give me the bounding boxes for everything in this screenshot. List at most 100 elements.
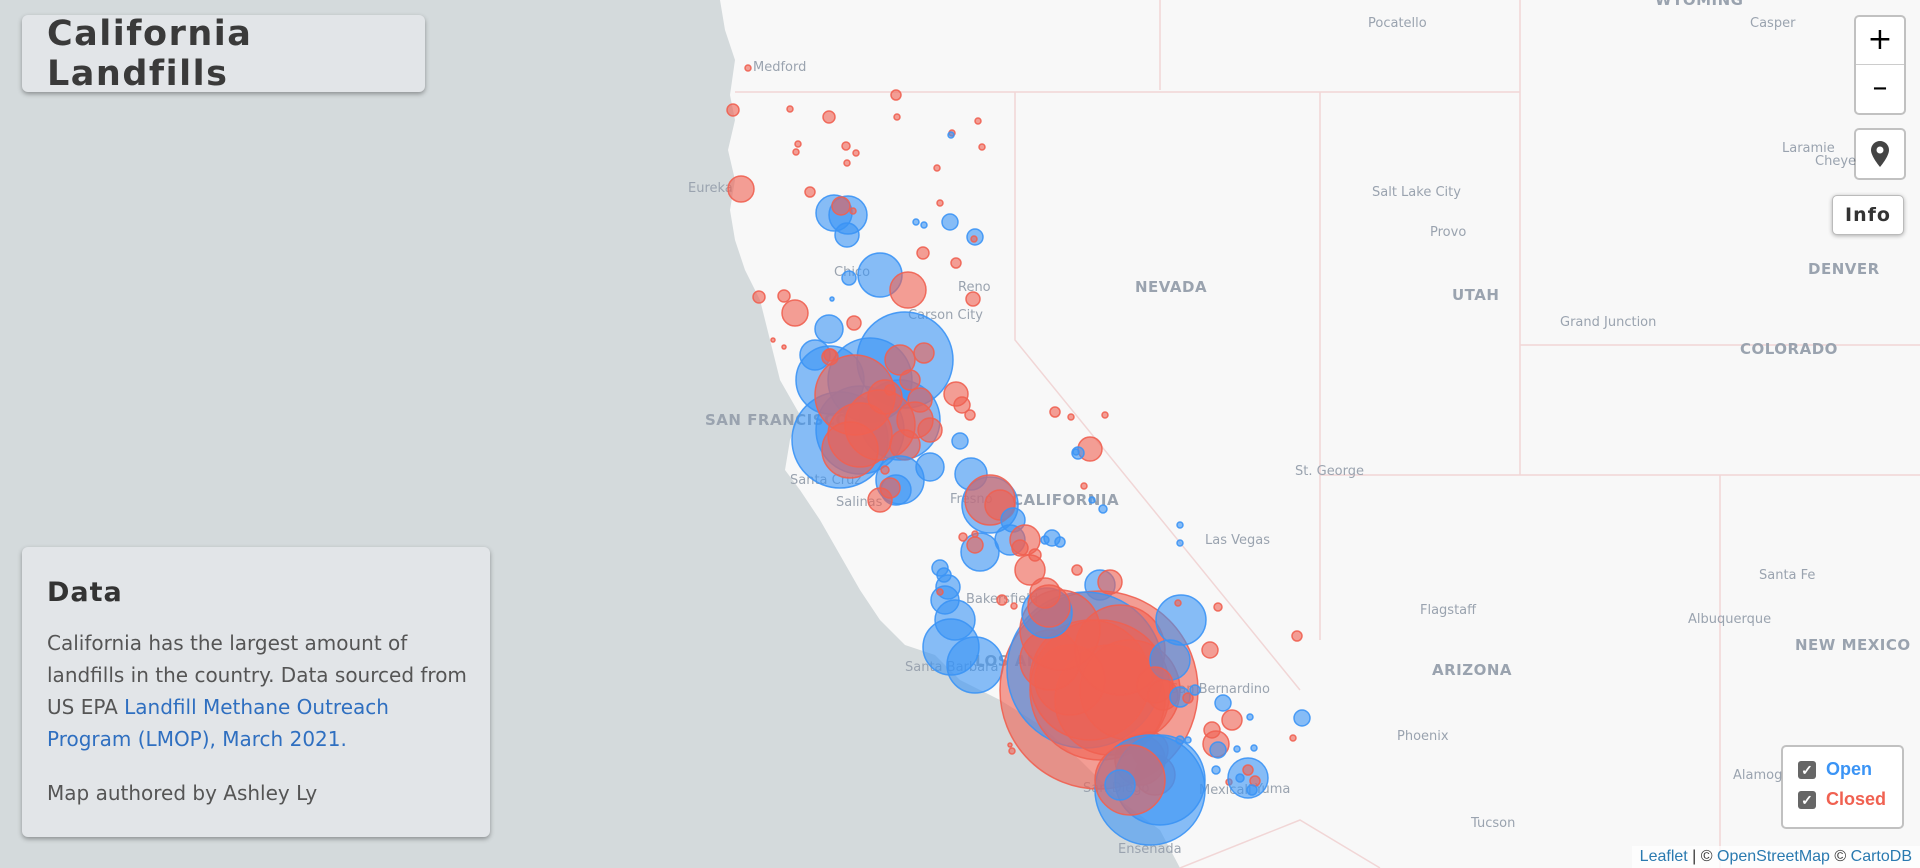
closed-landfill-marker[interactable]	[913, 342, 935, 364]
closed-checkbox[interactable]: ✓	[1798, 790, 1816, 809]
open-landfill-marker[interactable]	[814, 314, 844, 344]
closed-landfill-marker[interactable]	[744, 64, 752, 72]
open-landfill-marker[interactable]	[1175, 735, 1185, 745]
closed-landfill-marker[interactable]	[777, 289, 791, 303]
open-landfill-marker[interactable]	[1209, 741, 1227, 759]
closed-landfill-marker[interactable]	[849, 207, 857, 215]
closed-landfill-marker[interactable]	[822, 110, 836, 124]
open-landfill-marker[interactable]	[1250, 744, 1258, 752]
open-landfill-marker[interactable]	[1235, 773, 1245, 783]
open-landfill-marker[interactable]	[1246, 713, 1254, 721]
closed-landfill-marker[interactable]	[781, 299, 809, 327]
closed-landfill-marker[interactable]	[970, 235, 978, 243]
closed-landfill-marker[interactable]	[852, 149, 860, 157]
open-landfill-marker[interactable]	[1176, 521, 1184, 529]
open-landfill-marker[interactable]	[1233, 745, 1241, 753]
open-landfill-marker[interactable]	[1098, 504, 1108, 514]
open-landfill-marker[interactable]	[1293, 709, 1311, 727]
open-landfill-marker[interactable]	[1054, 536, 1066, 548]
closed-landfill-marker[interactable]	[1007, 742, 1013, 748]
open-landfill-marker[interactable]	[1176, 539, 1184, 547]
closed-landfill-marker[interactable]	[936, 588, 944, 596]
closed-landfill-marker[interactable]	[893, 113, 901, 121]
closed-landfill-marker[interactable]	[889, 429, 921, 461]
closed-landfill-marker[interactable]	[965, 291, 981, 307]
zoom-in-button[interactable]: +	[1856, 17, 1904, 65]
closed-landfill-marker[interactable]	[752, 290, 766, 304]
open-landfill-marker[interactable]	[941, 213, 959, 231]
closed-landfill-marker[interactable]	[846, 315, 862, 331]
legend-item-closed[interactable]: ✓ Closed	[1798, 789, 1886, 810]
open-landfill-marker[interactable]	[1214, 694, 1232, 712]
closed-landfill-marker[interactable]	[879, 477, 901, 499]
closed-landfill-marker[interactable]	[971, 530, 979, 538]
open-landfill-marker[interactable]	[920, 221, 928, 229]
closed-landfill-marker[interactable]	[1028, 548, 1042, 562]
closed-landfill-marker[interactable]	[966, 536, 984, 554]
closed-landfill-marker[interactable]	[1011, 539, 1029, 557]
closed-landfill-marker[interactable]	[1029, 577, 1061, 609]
open-landfill-marker[interactable]	[947, 131, 955, 139]
closed-landfill-marker[interactable]	[1101, 411, 1109, 419]
closed-landfill-marker[interactable]	[1010, 602, 1018, 610]
open-landfill-marker[interactable]	[1184, 736, 1192, 744]
closed-landfill-marker[interactable]	[804, 186, 816, 198]
closed-landfill-marker[interactable]	[974, 117, 982, 125]
open-landfill-marker[interactable]	[829, 296, 835, 302]
closed-landfill-marker[interactable]	[1201, 641, 1219, 659]
open-landfill-marker[interactable]	[912, 218, 920, 226]
closed-landfill-marker[interactable]	[786, 105, 794, 113]
closed-landfill-marker[interactable]	[841, 141, 851, 151]
closed-landfill-marker[interactable]	[936, 199, 944, 207]
open-landfill-marker[interactable]	[946, 636, 1004, 694]
closed-landfill-marker[interactable]	[964, 409, 976, 421]
open-landfill-marker[interactable]	[1104, 769, 1136, 801]
open-checkbox[interactable]: ✓	[1798, 760, 1816, 779]
closed-landfill-marker[interactable]	[1067, 413, 1075, 421]
closed-landfill-marker[interactable]	[917, 417, 943, 443]
open-landfill-marker[interactable]	[1071, 446, 1085, 460]
info-button[interactable]: Info	[1832, 195, 1904, 235]
closed-landfill-marker[interactable]	[950, 257, 962, 269]
closed-landfill-marker[interactable]	[1008, 747, 1016, 755]
closed-landfill-marker[interactable]	[726, 103, 740, 117]
closed-landfill-marker[interactable]	[933, 164, 941, 172]
closed-landfill-marker[interactable]	[978, 143, 986, 151]
closed-landfill-marker[interactable]	[792, 148, 800, 156]
closed-landfill-marker[interactable]	[880, 465, 890, 475]
closed-landfill-marker[interactable]	[907, 387, 933, 413]
open-landfill-marker[interactable]	[1088, 496, 1096, 504]
closed-landfill-marker[interactable]	[916, 246, 930, 260]
legend-item-open[interactable]: ✓ Open	[1798, 759, 1872, 780]
closed-landfill-marker[interactable]	[1289, 734, 1297, 742]
closed-landfill-marker[interactable]	[821, 348, 839, 366]
closed-landfill-marker[interactable]	[1213, 602, 1223, 612]
leaflet-link[interactable]: Leaflet	[1640, 848, 1688, 865]
closed-landfill-marker[interactable]	[996, 594, 1008, 606]
open-landfill-marker[interactable]	[951, 432, 969, 450]
closed-landfill-marker[interactable]	[890, 89, 902, 101]
closed-landfill-marker[interactable]	[781, 344, 787, 350]
open-landfill-marker[interactable]	[1246, 784, 1258, 796]
open-landfill-marker[interactable]	[841, 270, 857, 286]
zoom-out-button[interactable]: –	[1856, 65, 1904, 112]
closed-landfill-marker[interactable]	[958, 532, 968, 542]
closed-landfill-marker[interactable]	[867, 379, 903, 415]
closed-landfill-marker[interactable]	[831, 196, 851, 216]
closed-landfill-marker[interactable]	[727, 175, 755, 203]
closed-landfill-marker[interactable]	[889, 271, 927, 309]
closed-landfill-marker[interactable]	[1080, 482, 1088, 490]
closed-landfill-marker[interactable]	[1049, 406, 1061, 418]
closed-landfill-marker[interactable]	[821, 421, 879, 479]
closed-landfill-marker[interactable]	[794, 140, 802, 148]
closed-landfill-marker[interactable]	[1242, 764, 1254, 776]
open-landfill-marker[interactable]	[1211, 765, 1221, 775]
open-landfill-marker[interactable]	[1189, 684, 1201, 696]
closed-landfill-marker[interactable]	[1291, 630, 1303, 642]
closed-landfill-marker[interactable]	[843, 159, 851, 167]
cartodb-link[interactable]: CartoDB	[1851, 848, 1912, 865]
osm-link[interactable]: OpenStreetMap	[1717, 848, 1830, 865]
closed-landfill-marker[interactable]	[1203, 721, 1221, 739]
closed-landfill-marker[interactable]	[1221, 709, 1243, 731]
closed-landfill-marker[interactable]	[1174, 599, 1182, 607]
